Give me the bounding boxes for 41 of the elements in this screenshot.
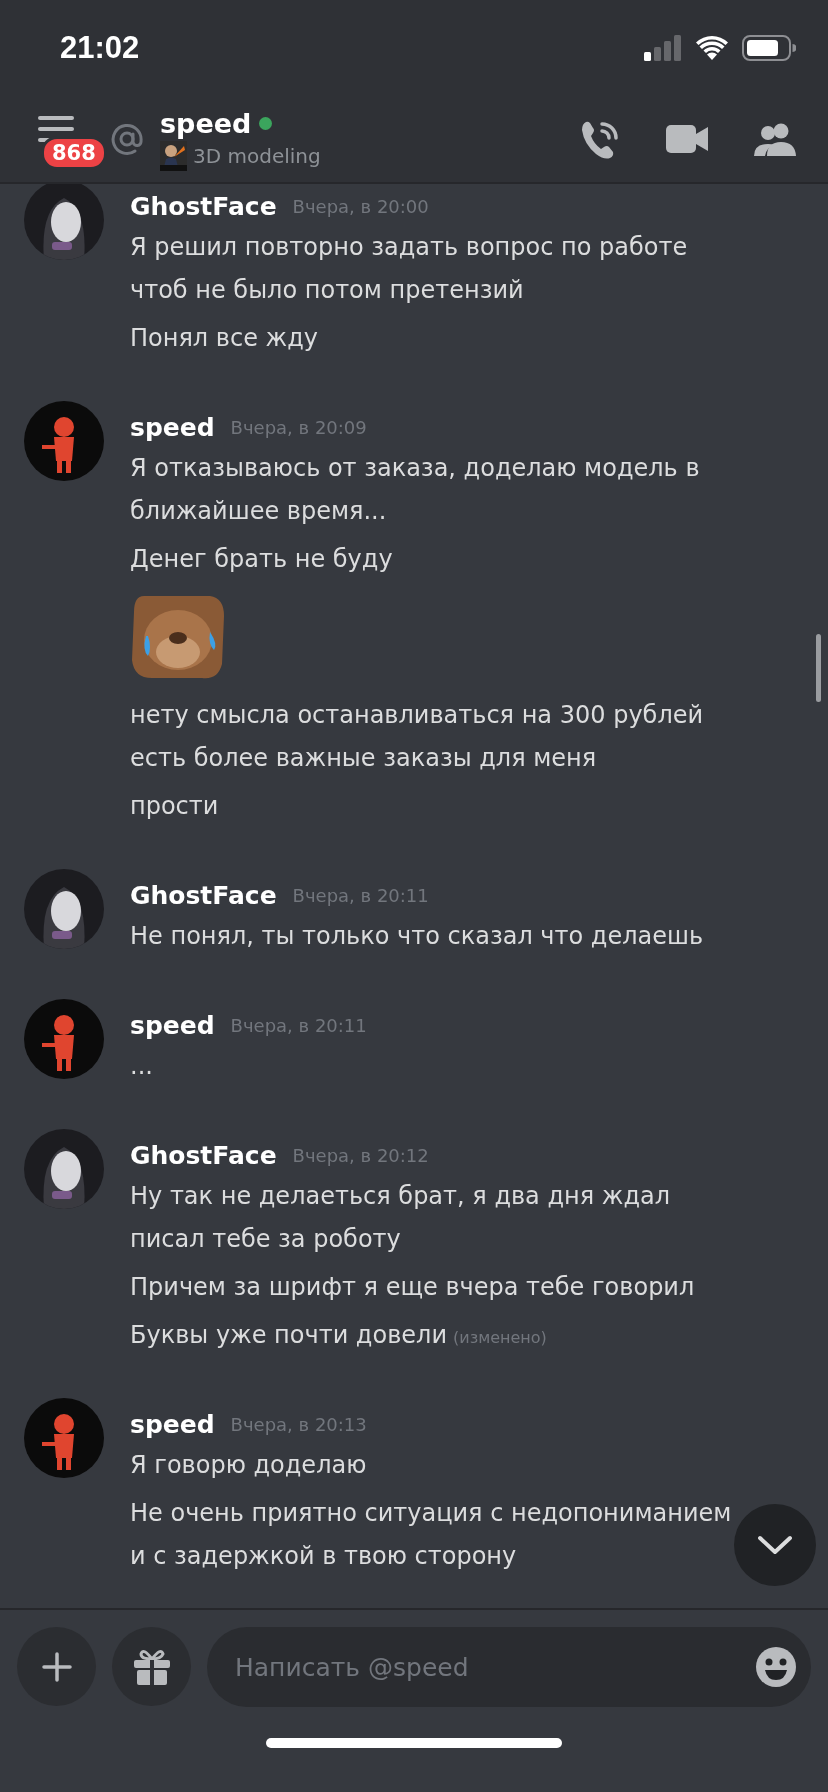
message-text: Ну так не делаеться брат, я два дня ждал писал тебе за роботу [130,1181,672,1255]
message-text: Причем за шрифт я еще вчера тебе говорил [130,1272,695,1303]
battery-icon [742,34,796,61]
video-camera-icon[interactable] [666,123,708,154]
message-timestamp: Вчера, в 20:11 [230,1014,367,1036]
message-timestamp: Вчера, в 20:12 [292,1144,429,1166]
message-text: Не понял, ты только что сказал что делаешь [130,921,704,952]
message-text: Я решил повторно задать вопрос по работе чтоб не было потом претензий [130,232,689,306]
message-text: Не очень приятно ситуация с недопониманием и с задержкой в твою сторону [130,1498,733,1572]
status-time: 21:02 [60,29,140,66]
message-text: Я отказываюсь от заказа, доделаю модель в ближайшее время... [130,453,701,527]
at-sign-icon [110,121,144,156]
author-name[interactable]: speed [130,1010,215,1040]
message-text: Буквы уже почти довели [130,1320,447,1351]
message-text: прости [130,791,219,822]
channel-name: speed [160,106,252,141]
gift-icon [132,1648,171,1685]
message-timestamp: Вчера, в 20:00 [292,195,429,217]
scrollbar [816,634,821,702]
author-name[interactable]: speed [130,412,215,442]
members-icon[interactable] [754,121,798,156]
message-timestamp: Вчера, в 20:13 [230,1413,367,1435]
plus-icon [41,1651,72,1682]
author-name[interactable]: GhostFace [130,880,277,910]
message-text: Денег брать не буду [130,544,393,575]
author-name[interactable]: GhostFace [130,191,277,221]
message-input-field[interactable]: Написать @speed [207,1627,811,1707]
author-name[interactable]: GhostFace [130,1140,277,1170]
message-text: Понял все жду [130,323,318,354]
chevron-down-icon [757,1535,793,1555]
edited-label: (изменено) [453,1328,547,1347]
message-timestamp: Вчера, в 20:11 [292,884,429,906]
author-name[interactable]: speed [130,1409,215,1439]
signal-icon [644,34,682,61]
message-text: ... [130,1051,153,1082]
unread-badge: 868 [41,135,107,170]
message-timestamp: Вчера, в 20:09 [230,416,367,438]
message-text: Я говорю доделаю [130,1450,367,1481]
activity-status: 3D modeling [193,143,321,168]
wifi-icon [696,35,728,60]
emoji-icon[interactable] [755,1646,797,1688]
